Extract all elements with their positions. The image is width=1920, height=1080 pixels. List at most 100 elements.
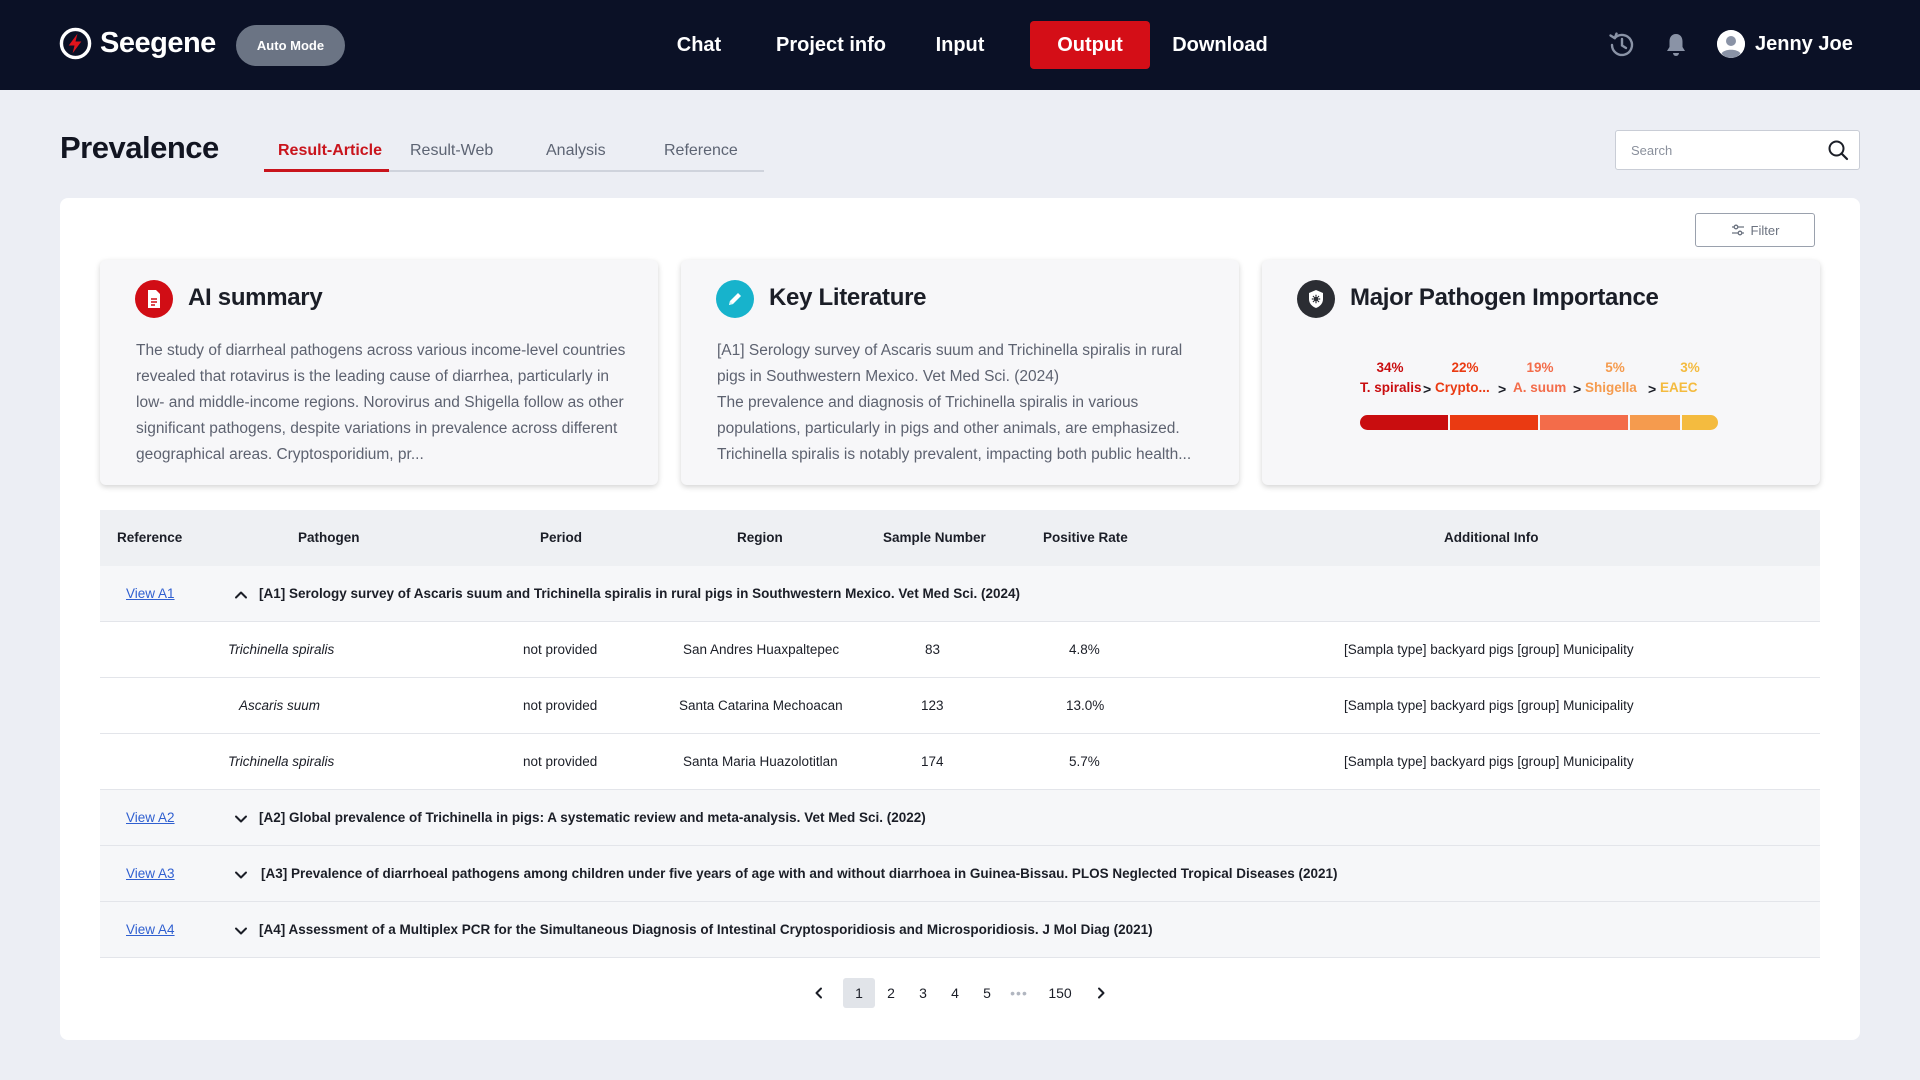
- page-5[interactable]: 5: [971, 978, 1003, 1008]
- header-additional-info: Additional Info: [1444, 530, 1539, 545]
- pathogen-name: Crypto...: [1435, 380, 1490, 395]
- table-group-row[interactable]: View A2 [A2] Global prevalence of Trichi…: [100, 790, 1820, 846]
- view-a4-link[interactable]: View A4: [126, 922, 175, 937]
- cell-period: not provided: [523, 698, 598, 713]
- cell-pathogen: Trichinella spiralis: [228, 642, 335, 657]
- filter-button[interactable]: Filter: [1695, 213, 1815, 247]
- header-reference: Reference: [117, 530, 183, 545]
- rank-separator: >: [1648, 381, 1657, 397]
- cell-additional-info: [Sampla type] backyard pigs [group] Muni…: [1344, 698, 1634, 713]
- ai-summary-title: AI summary: [188, 284, 323, 311]
- cell-period: not provided: [523, 754, 598, 769]
- search-input[interactable]: [1616, 131, 1816, 169]
- search-icon[interactable]: [1827, 139, 1849, 166]
- cell-sample-number: 123: [921, 698, 944, 713]
- chevron-down-icon[interactable]: [232, 810, 250, 828]
- avatar-icon: [1717, 30, 1745, 58]
- cell-positive-rate: 4.8%: [1069, 642, 1100, 657]
- key-literature-card: Key Literature [A1] Serology survey of A…: [681, 260, 1239, 485]
- history-icon[interactable]: [1606, 29, 1638, 61]
- pathogen-percent: 3%: [1680, 360, 1700, 375]
- nav-input[interactable]: Input: [925, 21, 995, 69]
- page-title: Prevalence: [60, 130, 219, 165]
- tab-analysis[interactable]: Analysis: [546, 142, 606, 160]
- importance-bar-segment: [1450, 415, 1538, 430]
- view-a2-link[interactable]: View A2: [126, 810, 175, 825]
- cell-positive-rate: 13.0%: [1066, 698, 1105, 713]
- importance-bar-segment: [1360, 415, 1448, 430]
- pathogen-importance-card: Major Pathogen Importance 34% 22% 19% 5%…: [1262, 260, 1820, 485]
- auto-mode-toggle[interactable]: Auto Mode: [236, 25, 345, 66]
- ai-summary-card: AI summary The study of diarrheal pathog…: [100, 260, 658, 485]
- cell-additional-info: [Sampla type] backyard pigs [group] Muni…: [1344, 642, 1634, 657]
- seegene-logo-icon: [59, 27, 92, 60]
- cell-region: Santa Maria Huazolotitlan: [683, 754, 838, 769]
- table-header: Reference Pathogen Period Region Sample …: [100, 510, 1820, 566]
- pagination: 1 2 3 4 5 ••• 150: [60, 978, 1860, 1008]
- pathogen-name: Shigella: [1585, 380, 1637, 395]
- table-group-row[interactable]: View A3 [A3] Prevalence of diarrhoeal pa…: [100, 846, 1820, 902]
- logo[interactable]: Seegene: [59, 27, 216, 60]
- ai-summary-text: The study of diarrheal pathogens across …: [136, 342, 626, 463]
- page-last[interactable]: 150: [1040, 978, 1080, 1008]
- rank-separator: >: [1423, 381, 1432, 397]
- nav-output[interactable]: Output: [1030, 21, 1150, 69]
- rank-separator: >: [1573, 381, 1582, 397]
- view-a1-link[interactable]: View A1: [126, 586, 175, 601]
- tab-result-article[interactable]: Result-Article: [278, 142, 382, 160]
- group-title: [A1] Serology survey of Ascaris suum and…: [259, 586, 1020, 601]
- page-ellipsis: •••: [1010, 985, 1028, 1001]
- document-icon: [135, 280, 173, 318]
- notification-bell-icon[interactable]: [1660, 29, 1692, 61]
- pathogen-name: T. spiralis: [1360, 380, 1422, 395]
- header-pathogen: Pathogen: [298, 530, 360, 545]
- group-title: [A2] Global prevalence of Trichinella in…: [259, 810, 926, 825]
- page-1[interactable]: 1: [843, 978, 875, 1008]
- page-4[interactable]: 4: [939, 978, 971, 1008]
- pathogen-importance-chart: 34% 22% 19% 5% 3% T. spiralis > Crypto..…: [1360, 360, 1740, 440]
- key-literature-text: [A1] Serology survey of Ascaris suum and…: [717, 342, 1192, 463]
- tab-reference[interactable]: Reference: [664, 142, 738, 160]
- nav-project-info[interactable]: Project info: [771, 21, 891, 69]
- cell-positive-rate: 5.7%: [1069, 754, 1100, 769]
- filter-label: Filter: [1750, 222, 1780, 238]
- cell-sample-number: 174: [921, 754, 944, 769]
- pathogen-name: A. suum: [1513, 380, 1567, 395]
- table-row: Trichinella spiralis not provided Santa …: [100, 734, 1820, 790]
- pathogen-percent: 19%: [1526, 360, 1554, 375]
- cell-pathogen: Ascaris suum: [239, 698, 321, 713]
- pathogen-percent: 5%: [1605, 360, 1625, 375]
- view-a3-link[interactable]: View A3: [126, 866, 175, 881]
- pathogen-percent: 22%: [1451, 360, 1479, 375]
- importance-bar-segment: [1682, 415, 1718, 430]
- previous-page-icon[interactable]: [803, 978, 835, 1008]
- user-menu[interactable]: Jenny Joe: [1717, 30, 1853, 58]
- group-title: [A3] Prevalence of diarrhoeal pathogens …: [261, 866, 1338, 881]
- results-panel: Filter AI summary The study of diarrheal…: [60, 198, 1860, 1040]
- header-sample-number: Sample Number: [883, 530, 986, 545]
- importance-bar-segment: [1630, 415, 1680, 430]
- tab-result-web[interactable]: Result-Web: [410, 142, 493, 160]
- nav-download[interactable]: Download: [1165, 21, 1275, 69]
- nav-chat[interactable]: Chat: [664, 21, 734, 69]
- top-navigation-bar: Seegene Auto Mode Chat Project info Inpu…: [0, 0, 1920, 90]
- chevron-down-icon[interactable]: [232, 866, 250, 884]
- group-title: [A4] Assessment of a Multiplex PCR for t…: [259, 922, 1153, 937]
- table-row: Trichinella spiralis not provided San An…: [100, 622, 1820, 678]
- shield-virus-icon: [1297, 280, 1335, 318]
- header-positive-rate: Positive Rate: [1043, 530, 1128, 545]
- cell-region: Santa Catarina Mechoacan: [679, 698, 843, 713]
- table-group-row[interactable]: View A1 [A1] Serology survey of Ascaris …: [100, 566, 1820, 622]
- importance-bar-segment: [1540, 415, 1628, 430]
- search-box: [1615, 130, 1860, 170]
- chevron-down-icon[interactable]: [232, 922, 250, 940]
- next-page-icon[interactable]: [1085, 978, 1117, 1008]
- table-group-row[interactable]: View A4 [A4] Assessment of a Multiplex P…: [100, 902, 1820, 958]
- chevron-up-icon[interactable]: [232, 586, 250, 604]
- cell-sample-number: 83: [925, 642, 941, 657]
- user-name: Jenny Joe: [1755, 32, 1853, 55]
- cell-additional-info: [Sampla type] backyard pigs [group] Muni…: [1344, 754, 1634, 769]
- page-2[interactable]: 2: [875, 978, 907, 1008]
- result-tabs: Result-Article Result-Web Analysis Refer…: [264, 132, 764, 172]
- page-3[interactable]: 3: [907, 978, 939, 1008]
